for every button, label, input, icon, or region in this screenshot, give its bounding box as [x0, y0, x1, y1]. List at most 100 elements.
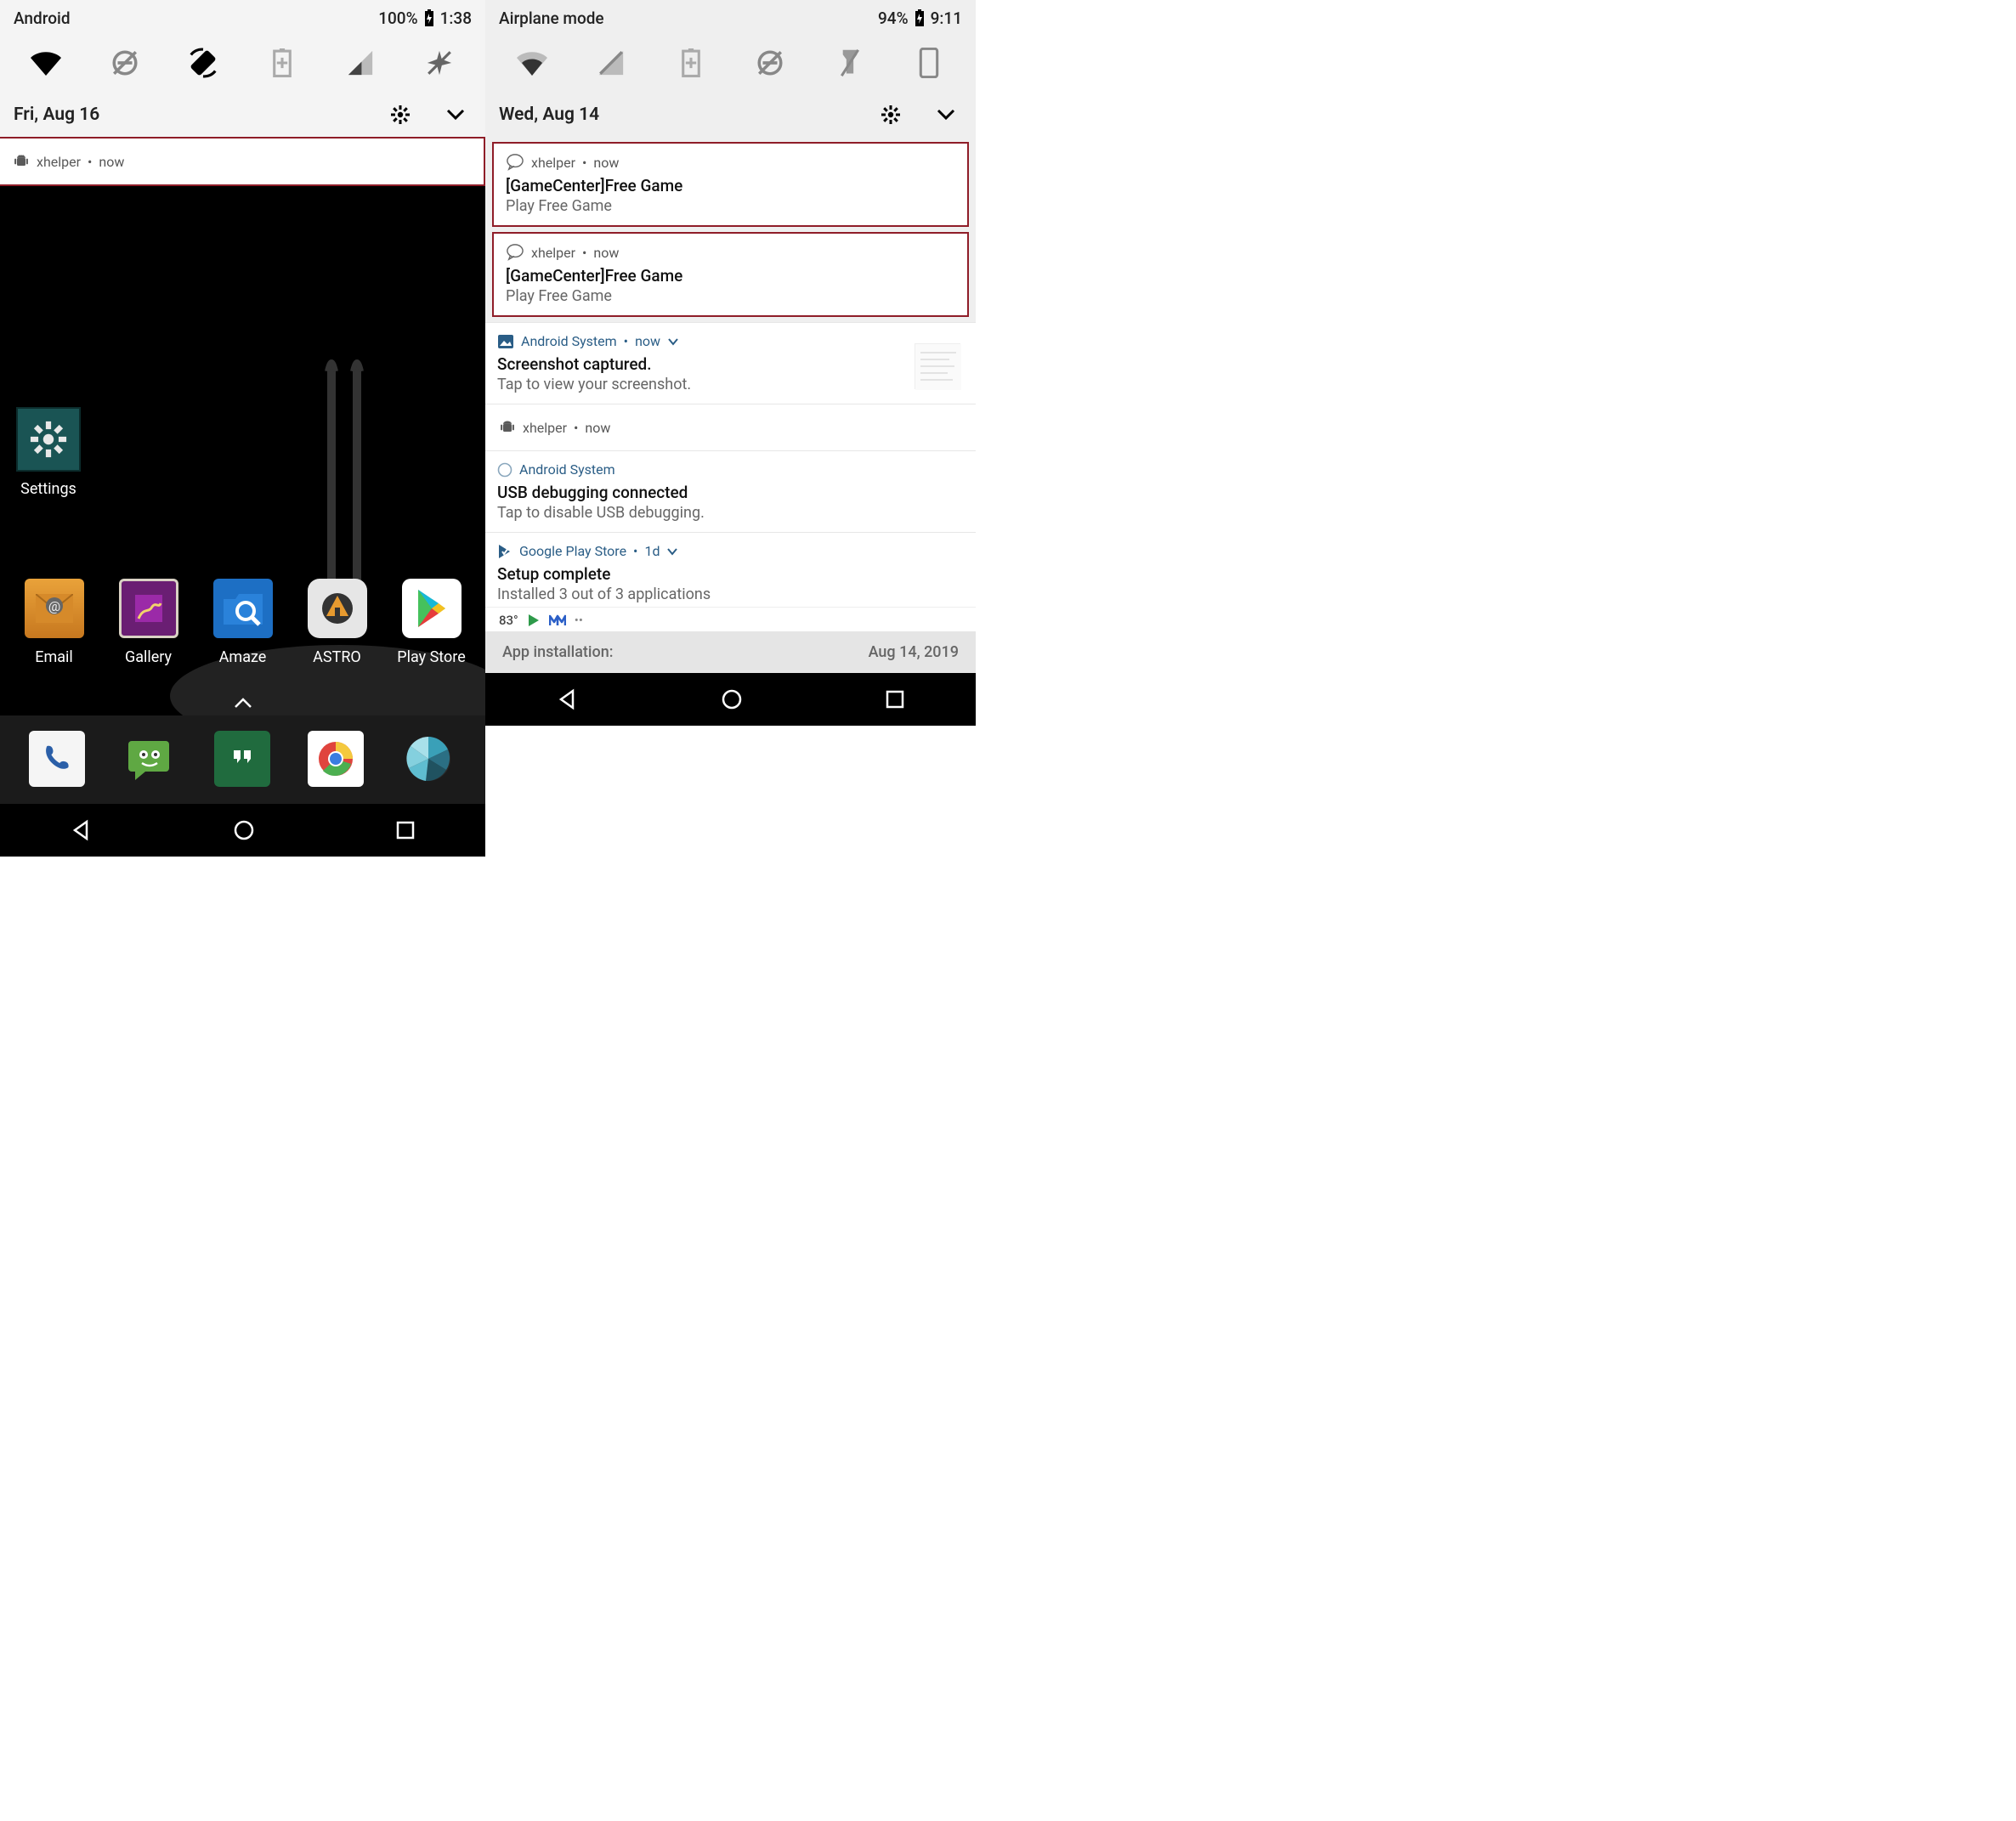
notification-playstore[interactable]: Google Play Store• 1d Setup complete Ins… — [485, 532, 976, 607]
dock-messages[interactable] — [122, 731, 178, 787]
nav-recents[interactable] — [885, 689, 905, 710]
auto-rotate-icon — [187, 47, 219, 79]
bullet: • — [88, 154, 92, 170]
status-bar: Android 100% 1:38 — [0, 0, 485, 33]
notif-time: 1d — [644, 543, 660, 559]
qs-rotate[interactable] — [185, 45, 221, 81]
shade-settings[interactable] — [390, 105, 411, 125]
status-title: Airplane mode — [499, 8, 604, 28]
app-amaze[interactable]: Amaze — [202, 579, 284, 666]
notif-title: [GameCenter]Free Game — [506, 176, 954, 195]
shade-date-row: Fri, Aug 16 — [0, 89, 485, 137]
nav-home[interactable] — [720, 687, 744, 711]
status-bar: Airplane mode 94% 9:11 — [485, 0, 976, 33]
image-icon — [497, 334, 514, 349]
qs-airplane[interactable] — [422, 45, 457, 81]
back-icon — [70, 818, 93, 842]
status-right: 94% 9:11 — [878, 8, 962, 28]
nav-bar — [485, 673, 976, 726]
notification-usb[interactable]: Android System USB debugging connected T… — [485, 450, 976, 532]
app-settings[interactable]: Settings — [15, 407, 82, 498]
notif-app: xhelper — [531, 245, 575, 261]
qs-dnd[interactable] — [107, 45, 143, 81]
shade-expand[interactable] — [937, 109, 955, 121]
email-icon: @ — [36, 594, 73, 623]
svg-text:@: @ — [48, 598, 59, 614]
battery-percent: 94% — [878, 8, 909, 28]
astro-icon — [316, 587, 359, 630]
notification-shade: Airplane mode 94% 9:11 Wed, Aug 14 — [485, 0, 976, 137]
shade-settings[interactable] — [881, 105, 901, 125]
android-icon — [499, 418, 516, 437]
left-screenshot: Android 100% 1:38 Fri, Aug 16 x — [0, 0, 485, 857]
app-label: Play Store — [397, 648, 466, 666]
qs-cellular[interactable] — [343, 45, 378, 81]
app-email[interactable]: @ Email — [14, 579, 95, 666]
notif-title: Screenshot captured. — [497, 354, 962, 374]
dnd-off-icon — [756, 48, 784, 77]
notif-body: Installed 3 out of 3 applications — [497, 585, 962, 603]
dock-chrome[interactable] — [308, 731, 364, 787]
gear-icon — [390, 105, 411, 125]
qs-flashlight[interactable] — [832, 45, 868, 81]
qs-portrait[interactable] — [911, 45, 947, 81]
nav-recents[interactable] — [395, 820, 416, 840]
qs-battery-saver[interactable] — [264, 45, 300, 81]
notif-app: xhelper — [531, 155, 575, 171]
notif-time: now — [593, 155, 619, 171]
notification-xhelper-3[interactable]: xhelper• now — [485, 404, 976, 450]
notif-title: Setup complete — [497, 564, 962, 584]
notif-time: now — [593, 245, 619, 261]
notification-xhelper-1[interactable]: xhelper• now [GameCenter]Free Game Play … — [492, 142, 969, 227]
chevron-up-icon — [233, 697, 253, 709]
notification-xhelper[interactable]: xhelper • now — [0, 137, 485, 186]
app-playstore[interactable]: Play Store — [391, 579, 473, 666]
shade-expand[interactable] — [446, 109, 465, 121]
malwarebytes-icon — [549, 614, 566, 626]
app-label: Gallery — [125, 648, 172, 666]
dock-phone[interactable] — [29, 731, 85, 787]
dock-camera[interactable] — [400, 731, 456, 787]
nav-back[interactable] — [556, 687, 580, 711]
bg-label: App installation: — [502, 643, 614, 661]
home-wallpaper[interactable]: Settings @ Email Gallery Amaze ASTRO Pla… — [0, 186, 485, 715]
gear-icon — [30, 421, 67, 458]
recents-icon — [885, 689, 905, 710]
portrait-icon — [919, 48, 939, 78]
qs-wifi[interactable] — [28, 45, 64, 81]
dock-hangouts[interactable] — [214, 731, 270, 787]
qs-dnd[interactable] — [752, 45, 788, 81]
play-protect-icon — [527, 614, 541, 627]
notif-body: Play Free Game — [506, 197, 954, 215]
notif-body: Tap to disable USB debugging. — [497, 504, 962, 522]
notif-app: xhelper — [523, 420, 567, 436]
chevron-down-icon[interactable] — [666, 547, 678, 556]
chevron-down-icon[interactable] — [667, 337, 679, 346]
app-drawer-handle[interactable] — [233, 697, 253, 709]
qs-wifi[interactable] — [514, 45, 550, 81]
app-label: ASTRO — [313, 648, 361, 666]
back-icon — [556, 687, 580, 711]
dnd-off-icon — [110, 48, 139, 77]
shade-date: Fri, Aug 16 — [14, 105, 99, 125]
app-astro[interactable]: ASTRO — [297, 579, 378, 666]
clock: 9:11 — [931, 8, 962, 28]
quick-settings-row — [485, 33, 976, 89]
chevron-down-icon — [446, 109, 465, 121]
app-gallery[interactable]: Gallery — [108, 579, 190, 666]
notification-xhelper-2[interactable]: xhelper• now [GameCenter]Free Game Play … — [492, 232, 969, 317]
circle-icon — [497, 462, 512, 478]
wifi-icon — [30, 50, 62, 76]
shade-date: Wed, Aug 14 — [499, 105, 599, 125]
temperature: 83° — [499, 613, 518, 628]
right-screenshot: Airplane mode 94% 9:11 Wed, Aug 14 — [485, 0, 976, 857]
dock — [0, 715, 485, 804]
notification-screenshot[interactable]: Android System• now Screenshot captured.… — [485, 322, 976, 404]
gear-icon — [881, 105, 901, 125]
qs-battery-saver[interactable] — [673, 45, 709, 81]
notif-time: now — [99, 154, 124, 170]
nav-back[interactable] — [70, 818, 93, 842]
qs-cellular[interactable] — [593, 45, 629, 81]
app-label: Settings — [20, 480, 76, 498]
nav-home[interactable] — [232, 818, 256, 842]
